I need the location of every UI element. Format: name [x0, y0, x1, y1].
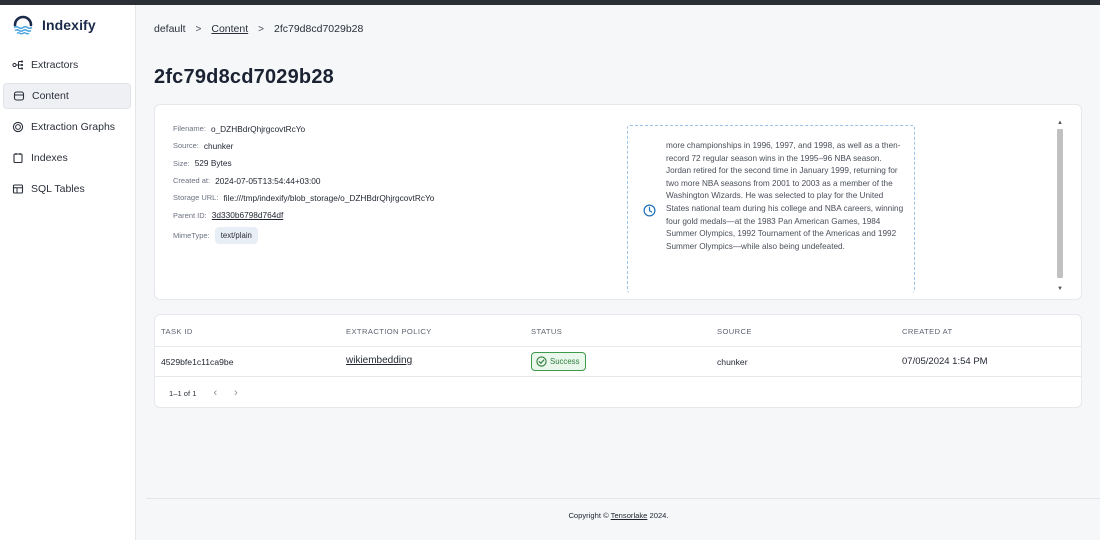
extraction-graphs-icon: [12, 121, 24, 133]
meta-storage-url: Storage URL: file:///tmp/indexify/blob_s…: [173, 189, 434, 206]
meta-key: Source:: [173, 141, 199, 151]
column-header-task-id[interactable]: TASK ID: [161, 327, 193, 336]
sidebar-item-sql-tables[interactable]: SQL Tables: [3, 176, 131, 202]
meta-value: 2024-07-05T13:54:44+03:00: [215, 175, 321, 186]
sidebar-item-label: Extractors: [31, 59, 79, 71]
parent-id-link[interactable]: 3d330b6798d764df: [212, 210, 284, 220]
sidebar-item-indexes[interactable]: Indexes: [3, 145, 131, 171]
clock-icon: [643, 204, 656, 217]
cell-created-at: 07/05/2024 1:54 PM: [902, 356, 988, 367]
scroll-down-arrow-icon[interactable]: ▼: [1055, 285, 1065, 293]
meta-key: Created at:: [173, 176, 211, 186]
breadcrumb-content-link[interactable]: Content: [211, 23, 248, 35]
sql-tables-icon: [12, 183, 24, 195]
sidebar-item-label: Extraction Graphs: [31, 121, 116, 133]
meta-key: Filename:: [173, 124, 206, 134]
sidebar-item-label: SQL Tables: [31, 183, 85, 195]
mimetype-chip: text/plain: [214, 227, 258, 245]
column-header-extraction-policy[interactable]: EXTRACTION POLICY: [346, 327, 432, 336]
indexes-icon: [12, 152, 24, 164]
breadcrumb: default > Content > 2fc79d8cd7029b28: [154, 23, 363, 35]
scroll-thumb[interactable]: [1057, 129, 1063, 278]
column-header-created-at[interactable]: CREATED AT: [902, 327, 953, 336]
breadcrumb-namespace[interactable]: default: [154, 23, 186, 35]
brand[interactable]: Indexify: [12, 14, 96, 36]
breadcrumb-separator: >: [195, 23, 202, 35]
meta-value: chunker: [203, 140, 234, 151]
text-preview-panel[interactable]: more championships in 1996, 1997, and 19…: [627, 125, 915, 293]
sidebar-item-extraction-graphs[interactable]: Extraction Graphs: [3, 114, 131, 140]
cell-source: chunker: [717, 357, 748, 367]
sidebar-nav: Extractors Content Extraction Graphs Ind…: [3, 52, 131, 207]
page-title: 2fc79d8cd7029b28: [154, 66, 334, 88]
copyright-prefix: Copyright ©: [568, 511, 609, 520]
meta-key: Size:: [173, 158, 190, 168]
cell-task-id: 4529bfe1c11ca9be: [161, 357, 234, 367]
meta-value: file:///tmp/indexify/blob_storage/o_DZHB…: [223, 192, 435, 203]
meta-key: Storage URL:: [173, 193, 219, 203]
sidebar: Indexify Extractors Content Extraction G…: [0, 5, 136, 540]
check-circle-icon: [536, 356, 547, 367]
next-page-icon[interactable]: ›: [234, 387, 238, 399]
sidebar-item-label: Indexes: [31, 152, 68, 164]
metadata-list: Filename: o_DZHBdrQhjrgcovtRcYo Source: …: [173, 120, 434, 247]
table-header: TASK ID EXTRACTION POLICY STATUS SOURCE …: [155, 315, 1081, 347]
content-icon: [13, 90, 25, 102]
previous-page-icon[interactable]: ‹: [213, 387, 217, 399]
tasks-table: TASK ID EXTRACTION POLICY STATUS SOURCE …: [154, 314, 1082, 408]
sidebar-item-extractors[interactable]: Extractors: [3, 52, 131, 78]
status-badge: Success: [531, 352, 587, 371]
extraction-policy-link[interactable]: wikiembedding: [346, 355, 412, 366]
column-header-status[interactable]: STATUS: [531, 327, 562, 336]
sidebar-item-content[interactable]: Content: [3, 83, 131, 109]
breadcrumb-separator: >: [258, 23, 264, 35]
table-row: 4529bfe1c11ca9be wikiembedding Success c…: [155, 347, 1081, 377]
copyright-year: 2024.: [649, 511, 669, 520]
scroll-up-arrow-icon[interactable]: ▲: [1055, 119, 1065, 127]
extractors-icon: [12, 59, 24, 71]
indexify-logo-icon: [13, 15, 33, 35]
footer: Copyright © Tensorlake 2024.: [137, 511, 1100, 520]
main-content: default > Content > 2fc79d8cd7029b28 2fc…: [137, 5, 1100, 540]
meta-mimetype: MimeType: text/plain: [173, 225, 434, 247]
vertical-scrollbar[interactable]: ▲ ▼: [1055, 119, 1065, 295]
footer-divider: [146, 498, 1100, 499]
meta-created: Created at: 2024-07-05T13:54:44+03:00: [173, 172, 434, 189]
pagination-label: 1–1 of 1: [169, 388, 197, 398]
meta-value: 529 Bytes: [194, 158, 232, 169]
meta-parent-id: Parent ID: 3d330b6798d764df: [173, 206, 434, 223]
breadcrumb-current: 2fc79d8cd7029b28: [274, 23, 364, 35]
app-name: Indexify: [42, 17, 96, 33]
meta-value: o_DZHBdrQhjrgcovtRcYo: [210, 123, 306, 134]
column-header-source[interactable]: SOURCE: [717, 327, 752, 336]
pagination: 1–1 of 1 ‹ ›: [169, 387, 238, 399]
status-label: Success: [550, 357, 580, 366]
meta-source: Source: chunker: [173, 137, 434, 154]
content-details-card: Filename: o_DZHBdrQhjrgcovtRcYo Source: …: [154, 104, 1082, 300]
preview-text: more championships in 1996, 1997, and 19…: [666, 141, 904, 251]
sidebar-item-label: Content: [32, 90, 69, 102]
meta-key: Parent ID:: [173, 210, 207, 220]
tensorlake-link[interactable]: Tensorlake: [611, 511, 648, 520]
meta-key: MimeType:: [173, 231, 210, 241]
meta-size: Size: 529 Bytes: [173, 155, 434, 172]
meta-filename: Filename: o_DZHBdrQhjrgcovtRcYo: [173, 120, 434, 137]
